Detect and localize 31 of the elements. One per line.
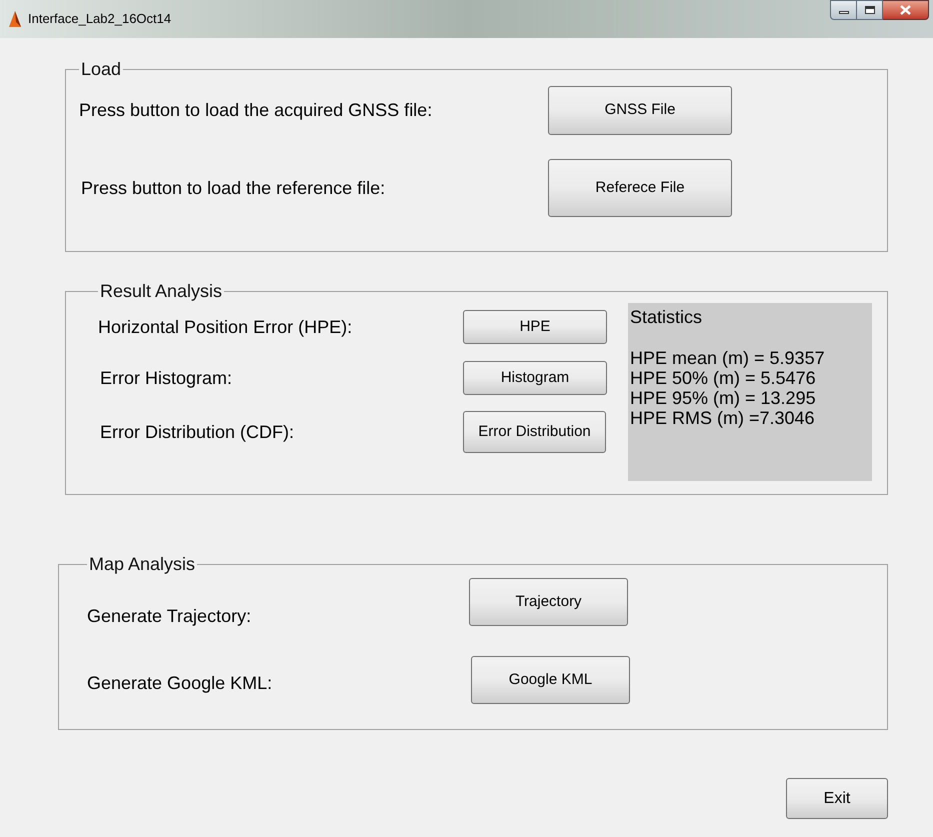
analysis-label: Horizontal Position Error (HPE): — [98, 316, 354, 339]
analysis-label: Error Histogram: — [99, 366, 234, 390]
app-icon — [8, 10, 22, 28]
load-file-button[interactable]: GNSS File — [548, 86, 732, 135]
group-title: Map Analysis — [88, 555, 196, 573]
analysis-label: Error Distribution (CDF): — [99, 420, 296, 444]
minimize-icon — [838, 11, 848, 14]
maximize-icon — [864, 6, 874, 14]
map-label: Generate Google KML: — [87, 672, 274, 695]
instruction-label: Press button to load the reference file: — [80, 176, 386, 200]
close-icon — [900, 5, 911, 15]
analysis-button[interactable]: Histogram — [463, 361, 607, 395]
instruction-label: Press button to load the acquired GNSS file: — [79, 99, 434, 122]
statistic-line: HPE 50% (m) = 5.5476 — [630, 368, 817, 388]
window-title: Interface_Lab2_16Oct14 — [28, 10, 172, 28]
statistic-line: HPE 95% (m) = 13.295 — [630, 388, 817, 408]
statistics-title: Statistics — [630, 306, 704, 328]
exit-button[interactable]: Exit — [786, 778, 888, 819]
group-title: Load — [80, 60, 122, 78]
analysis-button[interactable]: Error Distribution — [463, 411, 606, 453]
minimize-button[interactable] — [830, 0, 857, 20]
analysis-button[interactable]: HPE — [463, 310, 607, 344]
map-button[interactable]: Google KML — [471, 656, 630, 704]
statistic-line: HPE RMS (m) =7.3046 — [630, 408, 816, 428]
group-title: Result Analysis — [99, 282, 224, 300]
map-button[interactable]: Trajectory — [469, 578, 628, 626]
statistic-line: HPE mean (m) = 5.9357 — [630, 348, 826, 368]
close-button[interactable] — [883, 0, 929, 20]
map-label: Generate Trajectory: — [87, 604, 252, 628]
maximize-button[interactable] — [857, 0, 883, 20]
load-file-button[interactable]: Referece File — [548, 159, 732, 217]
